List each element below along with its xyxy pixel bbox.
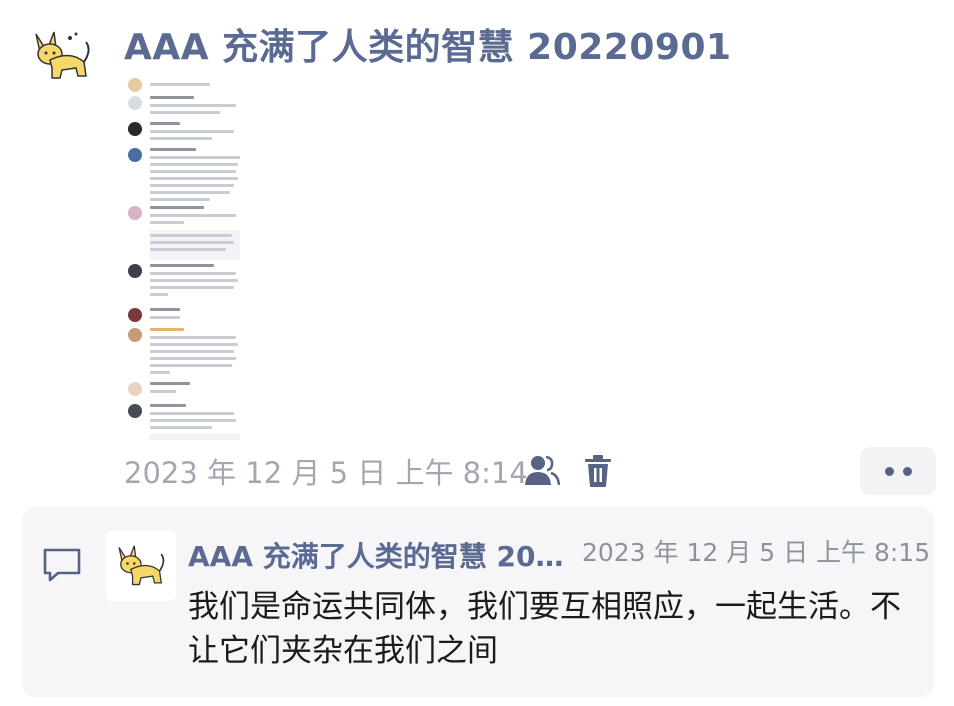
attached-screenshot-image[interactable] <box>124 76 248 442</box>
comment-author-name[interactable]: AAA 充满了人类的智慧 20220901 <box>188 535 574 575</box>
screenshot-quote <box>150 434 240 440</box>
ellipsis-icon <box>884 466 894 476</box>
screenshot-avatar <box>128 308 142 322</box>
yellow-cat-avatar-icon <box>118 545 165 586</box>
post-meta: 2023 年 12 月 5 日 上午 8:14 <box>124 448 528 494</box>
delete-button[interactable] <box>580 453 616 489</box>
people-icon <box>525 455 560 486</box>
ellipsis-icon <box>902 466 912 476</box>
post-time: 2023 年 12 月 5 日 上午 8:14 <box>124 456 528 490</box>
comment-bubble-icon <box>43 548 81 582</box>
comment-author-avatar[interactable] <box>106 531 176 601</box>
trash-icon <box>585 455 611 487</box>
comment-panel: AAA 充满了人类的智慧 20220901 2023 年 12 月 5 日 上午… <box>22 507 934 697</box>
screenshot-avatar <box>128 78 142 92</box>
screenshot-avatar <box>128 404 142 418</box>
screenshot-avatar <box>128 122 142 136</box>
screenshot-avatar <box>128 382 142 396</box>
author-avatar[interactable] <box>30 28 94 84</box>
comment-time: 2023 年 12 月 5 日 上午 8:15 <box>582 538 931 567</box>
more-options-button[interactable] <box>860 447 936 495</box>
screenshot-avatar <box>128 148 142 162</box>
screenshot-avatar <box>128 206 142 220</box>
screenshot-avatar <box>128 96 142 110</box>
screenshot-avatar <box>128 264 142 278</box>
screenshot-avatar <box>128 328 142 342</box>
comment-text: 我们是命运共同体，我们要互相照应，一起生活。不让它们夹杂在我们之间 <box>188 589 901 669</box>
post-title[interactable]: AAA 充满了人类的智慧 20220901 <box>124 18 732 70</box>
visibility-button[interactable] <box>524 453 560 489</box>
yellow-cat-avatar-icon <box>35 31 90 79</box>
